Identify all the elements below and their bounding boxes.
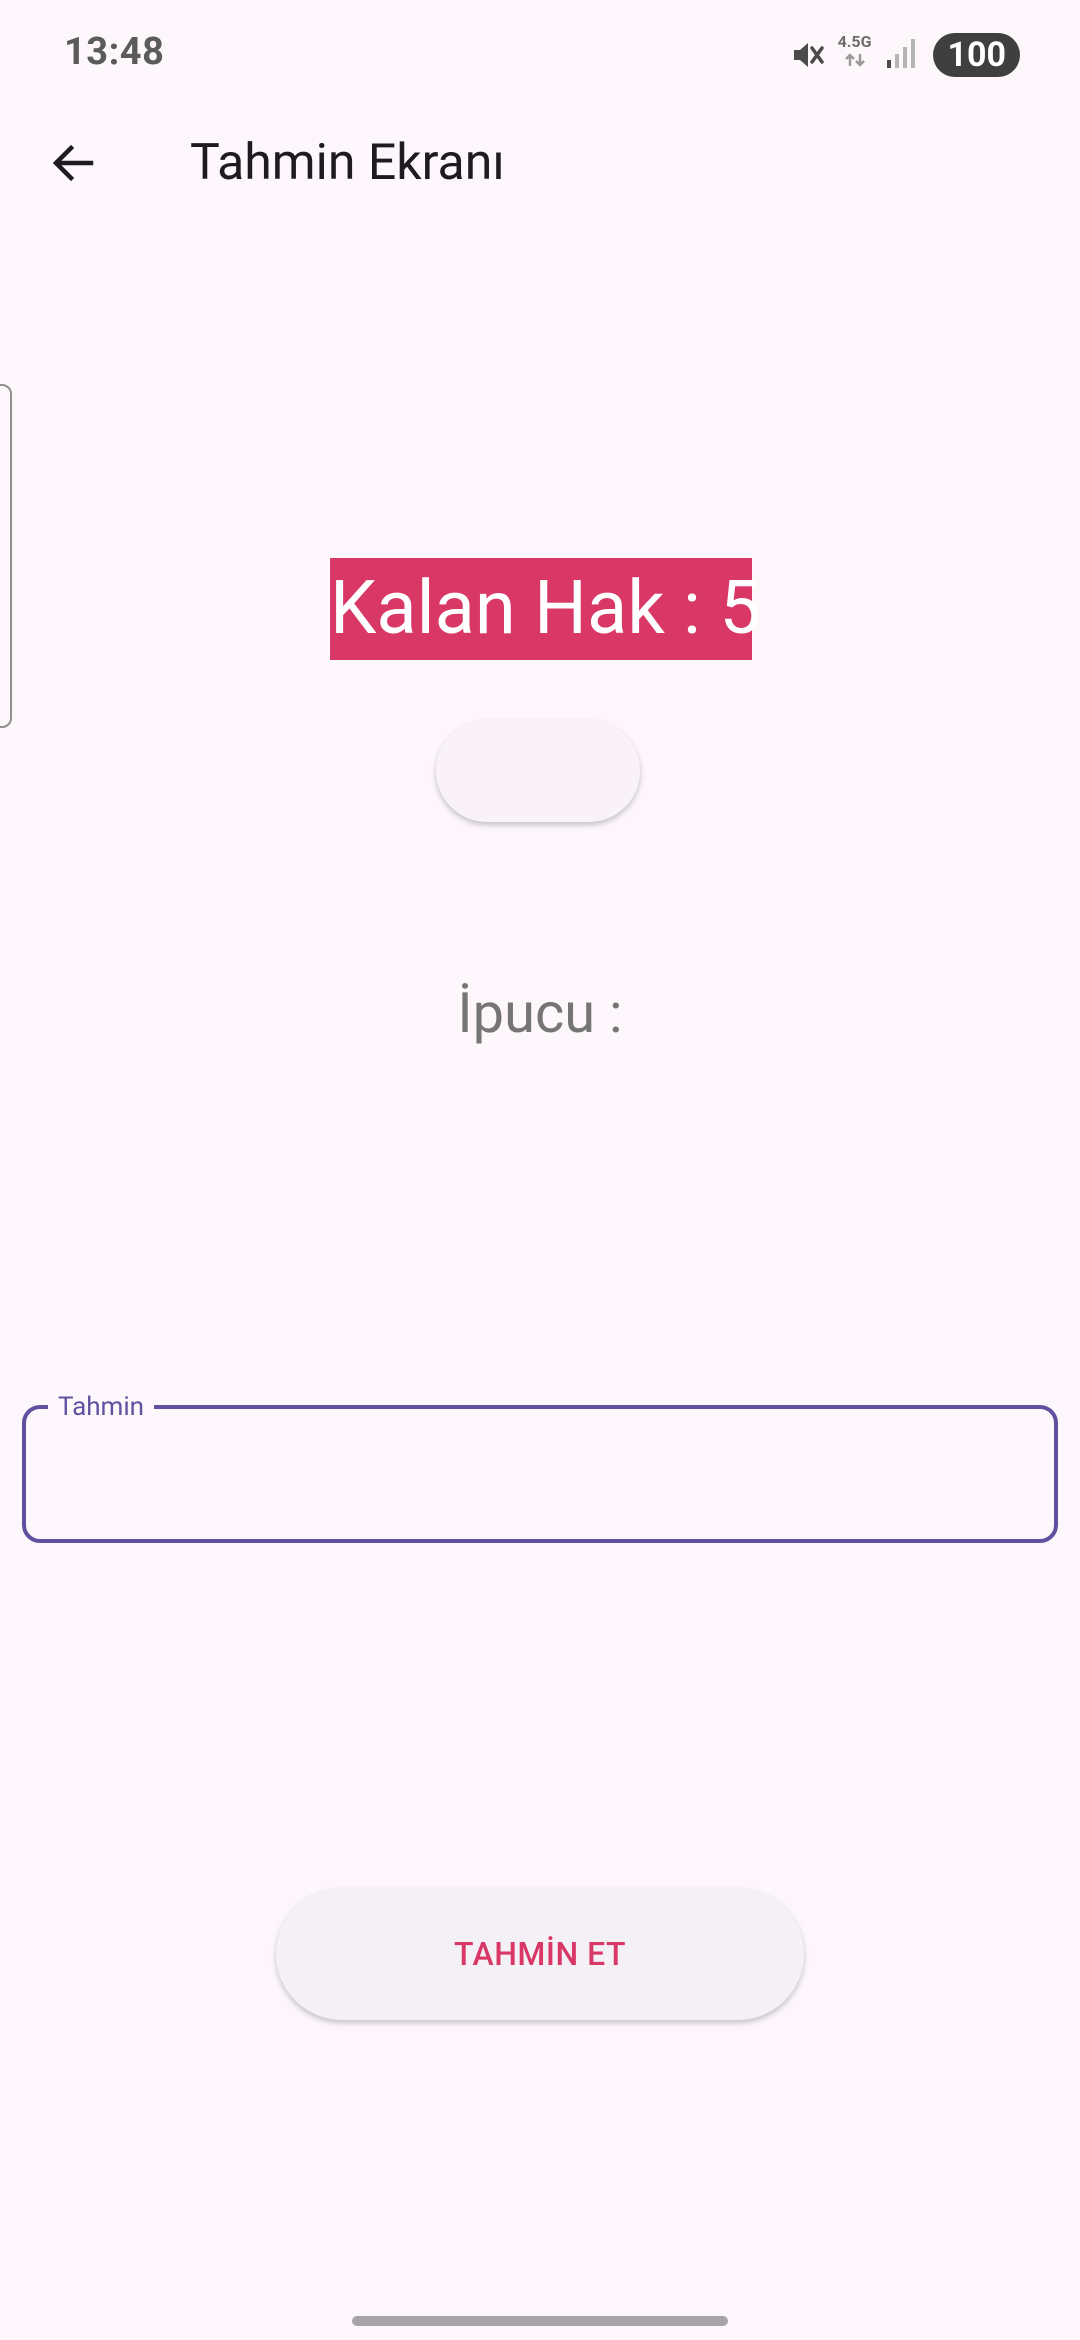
network-arrows-icon: 4.5G: [838, 34, 871, 68]
guess-field-label: Tahmin: [48, 1389, 155, 1425]
network-type-label: 4.5G: [837, 32, 872, 51]
status-time: 13:48: [64, 30, 165, 74]
remaining-attempts-label: Kalan Hak : 5: [330, 558, 761, 660]
battery-badge: 100: [933, 33, 1020, 77]
guess-field[interactable]: Tahmin: [22, 1389, 1058, 1543]
back-button[interactable]: [40, 132, 106, 198]
edge-panel-handle[interactable]: [0, 384, 12, 728]
home-indicator[interactable]: [352, 2316, 728, 2326]
blank-button[interactable]: [436, 720, 640, 822]
status-icons: 4.5G 100: [790, 30, 1020, 80]
hint-label: İpucu :: [457, 980, 623, 1046]
signal-icon: [885, 36, 919, 74]
guess-button[interactable]: TAHMİN ET: [276, 1888, 804, 2020]
mute-icon: [790, 38, 824, 72]
guess-input[interactable]: [56, 1443, 1030, 1505]
app-bar: Tahmin Ekranı: [0, 110, 1080, 220]
status-bar: 13:48 4.5G 100: [0, 0, 1080, 110]
arrow-back-icon: [49, 139, 97, 191]
page-title: Tahmin Ekranı: [190, 134, 505, 192]
